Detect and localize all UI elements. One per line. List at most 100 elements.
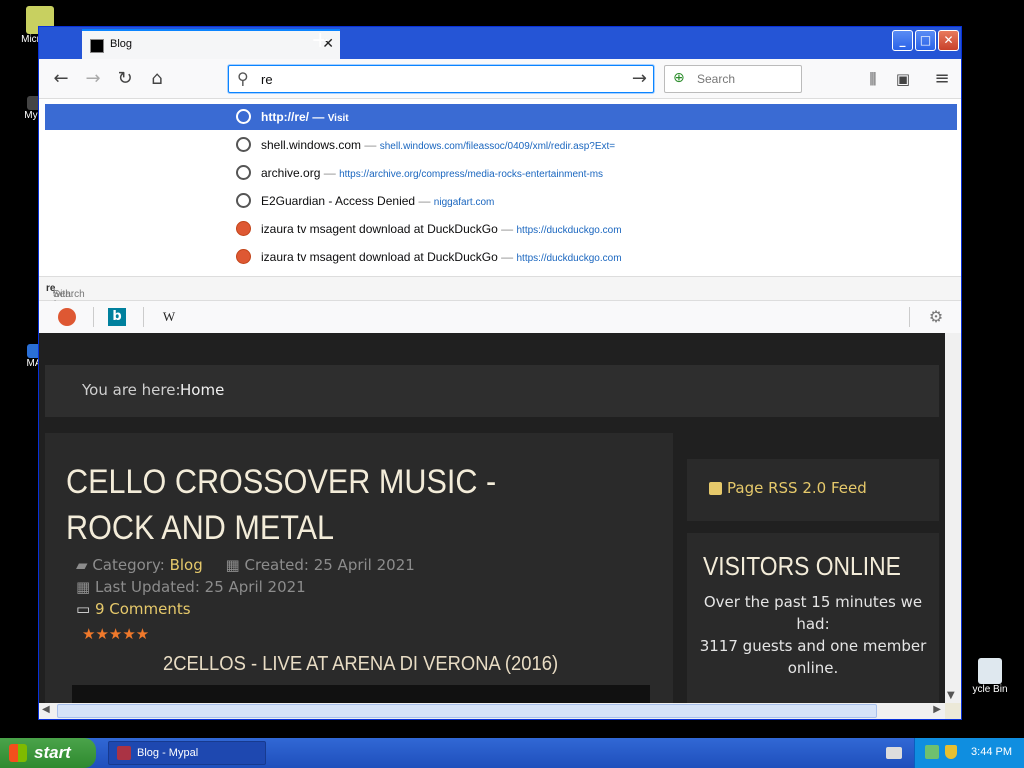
start-button[interactable]: start (0, 738, 96, 768)
home-button[interactable]: ⌂ (145, 67, 169, 91)
row-url: https://duckduckgo.com (516, 253, 622, 264)
minimize-button[interactable]: _ (892, 30, 913, 51)
duckduckgo-icon (236, 249, 251, 264)
autocomplete-row[interactable]: izaura tv msagent download at DuckDuckGo… (45, 244, 957, 270)
tab-favicon-icon (90, 39, 104, 53)
recycle-bin-icon (978, 658, 1002, 684)
title-bar: Blog ✕ + _ □ ✕ (39, 27, 961, 59)
keyboard-icon[interactable] (886, 747, 902, 759)
row-url: https://duckduckgo.com (516, 225, 622, 236)
row-url: Visit (327, 113, 349, 124)
video-embed[interactable] (72, 685, 650, 703)
security-shield-icon[interactable] (945, 745, 957, 759)
desktop-icon-recycle-bin[interactable]: ycle Bin (960, 658, 1020, 695)
row-title: archive.org (261, 166, 321, 180)
comments-link[interactable]: 9 Comments (95, 600, 191, 618)
scrollbar-thumb[interactable] (57, 704, 877, 718)
taskbar-item-mypal[interactable]: Blog - Mypal (108, 741, 266, 765)
row-title: shell.windows.com (261, 138, 362, 152)
wikipedia-icon[interactable]: W (160, 308, 178, 326)
globe-icon (236, 137, 251, 152)
category-link[interactable]: Blog (170, 556, 203, 574)
bing-icon[interactable]: b (108, 308, 126, 326)
row-url: https://archive.org/compress/media-rocks… (339, 169, 604, 180)
row-separator: — (501, 250, 514, 264)
maximize-button[interactable]: □ (915, 30, 936, 51)
gear-icon[interactable]: ⚙ (927, 308, 945, 326)
taskbar: start Blog - Mypal 3:44 PM (0, 738, 1024, 768)
folder-icon: ▰ (76, 556, 88, 574)
article-comments[interactable]: ▭ 9 Comments (76, 600, 191, 618)
autocomplete-row[interactable]: http://re/ — Visit (45, 104, 957, 130)
network-icon[interactable] (925, 745, 939, 759)
row-title: http://re/ (261, 110, 309, 124)
autocomplete-row[interactable]: izaura tv msagent download at DuckDuckGo… (45, 216, 957, 242)
row-title: E2Guardian - Access Denied (261, 194, 416, 208)
mypal-icon (117, 746, 131, 760)
navigation-toolbar: ← → ↻ ⌂ ⚲ → ⊕ Search ⫼ ▣ ≡ (39, 59, 961, 99)
search-with-label: Search for re with: (46, 283, 85, 311)
star-rating[interactable]: ★★★★★ (82, 625, 149, 643)
tab-title: Blog (110, 38, 133, 50)
url-bar[interactable]: ⚲ → (228, 65, 654, 93)
divider (143, 307, 144, 327)
close-window-button[interactable]: ✕ (938, 30, 959, 51)
search-placeholder: Search (697, 72, 736, 86)
row-url: niggafart.com (433, 197, 495, 208)
divider (909, 307, 910, 327)
article-category: ▰ Category: Blog ▦ Created: 25 April 202… (76, 556, 415, 574)
calendar-icon: ▦ (225, 556, 240, 574)
created-date: Created: 25 April 2021 (244, 556, 415, 574)
back-button[interactable]: ← (49, 67, 73, 91)
reload-button[interactable]: ↻ (113, 67, 137, 91)
scroll-left-icon[interactable]: ◀ (42, 704, 50, 715)
system-tray: 3:44 PM (914, 738, 1024, 768)
row-separator: — (364, 138, 377, 152)
scroll-down-icon[interactable]: ▼ (947, 690, 955, 701)
row-title: izaura tv msagent download at DuckDuckGo (261, 222, 498, 236)
rss-box: Page RSS 2.0 Feed (687, 459, 939, 521)
search-engine-icon: ⊕ (673, 70, 685, 86)
breadcrumb-label: You are here: (82, 381, 181, 399)
go-arrow-icon[interactable]: → (632, 68, 647, 89)
row-separator: — (418, 194, 431, 208)
divider (93, 307, 94, 327)
windows-logo-icon (9, 744, 27, 762)
breadcrumb: You are here: Home (45, 365, 939, 417)
forward-button[interactable]: → (81, 67, 105, 91)
duckduckgo-icon (236, 221, 251, 236)
page-content: You are here: Home CELLO CROSSOVER MUSIC… (39, 333, 945, 703)
breadcrumb-home-link[interactable]: Home (180, 381, 224, 399)
article: CELLO CROSSOVER MUSIC - ROCK AND METAL ▰… (45, 433, 673, 703)
duckduckgo-icon[interactable] (58, 308, 76, 326)
globe-icon (236, 193, 251, 208)
visitors-text: Over the past 15 minutes we had: 3117 gu… (699, 593, 927, 677)
desktop-icon-label: ycle Bin (972, 684, 1008, 695)
horizontal-scrollbar[interactable]: ◀ ▶ (39, 703, 945, 719)
library-icon[interactable]: ⫼ (861, 67, 885, 91)
search-with-bar: Search for re with: (39, 276, 961, 311)
autocomplete-row[interactable]: E2Guardian - Access Denied — niggafart.c… (45, 188, 957, 214)
sidebar-icon[interactable]: ▣ (891, 67, 915, 91)
globe-icon (236, 109, 251, 124)
menu-icon[interactable]: ≡ (930, 67, 954, 91)
row-separator: — (323, 166, 336, 180)
article-title: CELLO CROSSOVER MUSIC - ROCK AND METAL (66, 463, 497, 547)
autocomplete-row[interactable]: shell.windows.com — shell.windows.com/fi… (45, 132, 957, 158)
url-input[interactable] (261, 70, 621, 88)
rss-icon (709, 482, 722, 495)
row-title: izaura tv msagent download at DuckDuckGo (261, 250, 498, 264)
clock[interactable]: 3:44 PM (971, 746, 1012, 758)
search-icon: ⚲ (237, 69, 249, 88)
rss-feed-link[interactable]: Page RSS 2.0 Feed (727, 479, 867, 497)
comment-icon: ▭ (76, 600, 91, 618)
search-box[interactable]: ⊕ Search (664, 65, 802, 93)
visitors-title: VISITORS ONLINE (703, 551, 901, 581)
scroll-right-icon[interactable]: ▶ (933, 704, 941, 715)
row-separator: — (501, 222, 514, 236)
new-tab-button[interactable]: + (311, 29, 329, 53)
autocomplete-row[interactable]: archive.org — https://archive.org/compre… (45, 160, 957, 186)
row-url: shell.windows.com/fileassoc/0409/xml/red… (379, 141, 616, 152)
vertical-scrollbar[interactable]: ▼ (945, 333, 961, 703)
tab-blog[interactable]: Blog ✕ (82, 29, 340, 59)
